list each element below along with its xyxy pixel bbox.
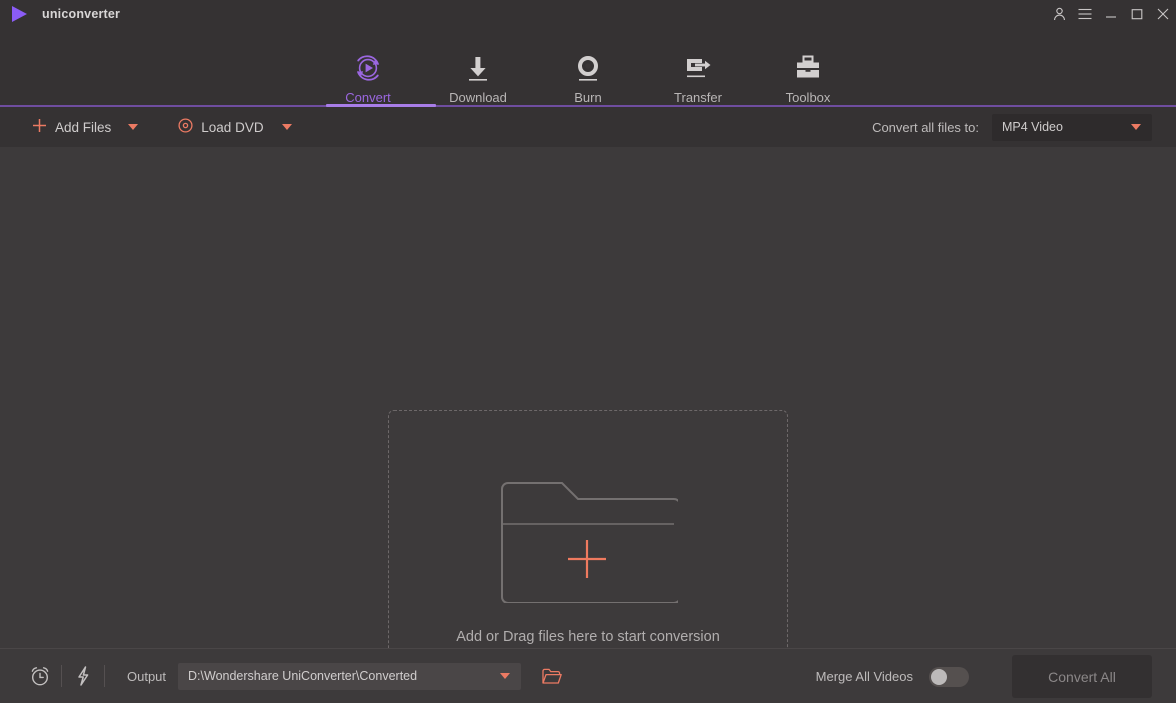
browse-output-folder-button[interactable]	[531, 649, 573, 703]
tab-download-label: Download	[449, 90, 507, 105]
tab-burn[interactable]: Burn	[533, 27, 643, 107]
toolbar-divider	[104, 665, 105, 687]
tab-convert[interactable]: Convert	[313, 27, 423, 107]
output-path-value: D:\Wondershare UniConverter\Converted	[188, 669, 418, 683]
app-logo-icon	[9, 4, 31, 24]
download-arrow-icon	[461, 51, 495, 85]
plus-icon	[32, 118, 47, 136]
load-dvd-label: Load DVD	[201, 119, 264, 135]
main-navigation: Convert Download Burn Transfer Toolbox	[0, 27, 1176, 107]
caret-down-icon	[128, 124, 139, 130]
tab-transfer[interactable]: Transfer	[643, 27, 753, 107]
caret-down-icon	[1131, 124, 1141, 130]
toolbox-briefcase-icon	[791, 51, 825, 85]
close-icon[interactable]	[1150, 0, 1176, 27]
file-dropzone[interactable]: Add or Drag files here to start conversi…	[388, 410, 788, 674]
load-dvd-button[interactable]: Load DVD	[176, 107, 265, 147]
app-title: uniconverter	[42, 6, 121, 21]
tab-toolbox[interactable]: Toolbox	[753, 27, 863, 107]
add-files-label: Add Files	[55, 119, 112, 135]
convert-refresh-play-icon	[351, 51, 385, 85]
alarm-clock-icon[interactable]	[19, 649, 61, 703]
title-bar: uniconverter	[0, 0, 1176, 27]
dropzone-message: Add or Drag files here to start conversi…	[456, 629, 720, 645]
convert-all-button[interactable]: Convert All	[1012, 655, 1152, 698]
bottom-bar: Output D:\Wondershare UniConverter\Conve…	[0, 648, 1176, 703]
output-path-select[interactable]: D:\Wondershare UniConverter\Converted	[178, 662, 522, 690]
account-icon[interactable]	[1046, 0, 1072, 27]
transfer-export-icon	[681, 51, 715, 85]
merge-all-videos-label: Merge All Videos	[815, 669, 913, 684]
caret-down-icon	[500, 673, 511, 679]
tab-toolbox-label: Toolbox	[785, 90, 831, 105]
toggle-knob	[931, 668, 947, 685]
disc-icon	[178, 118, 193, 136]
maximize-icon[interactable]	[1124, 0, 1150, 27]
tab-download[interactable]: Download	[423, 27, 533, 107]
folder-open-icon	[542, 668, 562, 684]
merge-all-videos-toggle[interactable]	[929, 666, 969, 687]
output-label: Output	[127, 668, 167, 684]
minimize-icon[interactable]	[1098, 0, 1124, 27]
bottom-bar-right: Merge All Videos Convert All	[816, 649, 1176, 703]
disc-burn-icon	[571, 51, 605, 85]
output-format-select[interactable]: MP4 Video	[992, 113, 1152, 141]
folder-icon	[498, 463, 681, 604]
load-dvd-dropdown[interactable]	[275, 107, 299, 147]
main-content: Add or Drag files here to start conversi…	[0, 147, 1176, 674]
caret-down-icon	[281, 124, 292, 130]
add-files-button[interactable]: Add Files	[30, 107, 113, 147]
window-controls	[1046, 0, 1176, 27]
tab-burn-label: Burn	[574, 90, 602, 105]
uniconverter-window: uniconverter Convert Download Burn Trans…	[0, 0, 1176, 703]
lightning-bolt-icon[interactable]	[62, 649, 104, 703]
menu-icon[interactable]	[1072, 0, 1098, 27]
convert-all-to-group: Convert all files to: MP4 Video	[872, 107, 1152, 147]
tab-convert-label: Convert	[345, 90, 391, 105]
tab-transfer-label: Transfer	[674, 90, 722, 105]
action-toolbar: Add Files Load DVD Convert all files to:…	[0, 107, 1176, 253]
output-format-value: MP4 Video	[1002, 120, 1063, 134]
app-brand: uniconverter	[0, 4, 120, 24]
add-files-dropdown[interactable]	[121, 107, 145, 147]
convert-all-to-label: Convert all files to:	[872, 119, 979, 135]
